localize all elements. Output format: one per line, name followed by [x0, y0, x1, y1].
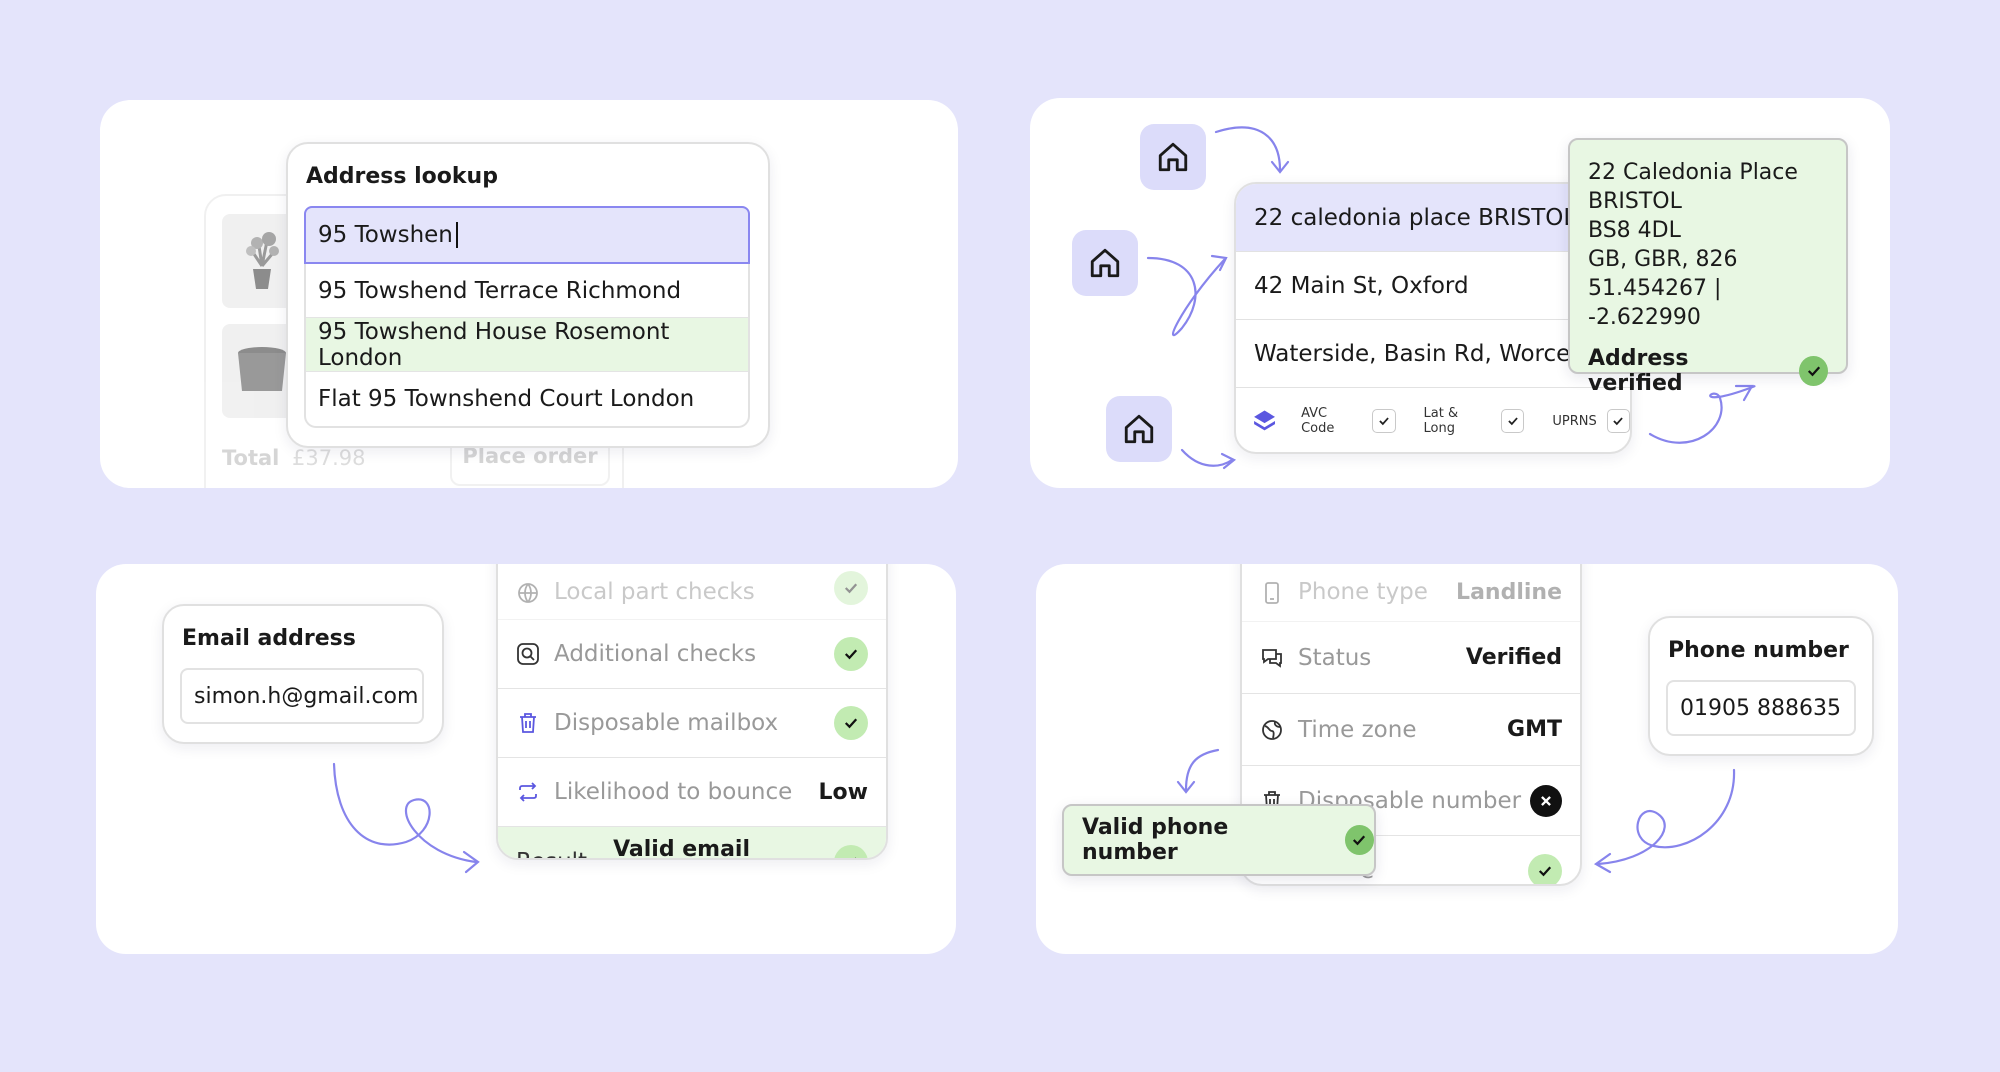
feature-label: Lat & Long — [1423, 406, 1459, 436]
address-input-text: 42 Main St, Oxford — [1254, 272, 1469, 299]
checkbox-checked-icon[interactable] — [1372, 409, 1396, 433]
check-row: Disposable mailbox — [498, 689, 886, 758]
search-icon — [517, 643, 539, 665]
checkbox-checked-icon[interactable] — [1606, 409, 1630, 433]
suggestion-label: 95 Towshend House Rosemont London — [318, 318, 670, 371]
address-input-value: 95 Towshen — [318, 222, 453, 248]
suggestion-label: Flat 95 Townshend Court London — [318, 386, 695, 412]
phone-input-value: 01905 888635 — [1680, 695, 1841, 721]
address-line: 22 Caledonia Place — [1588, 160, 1798, 185]
suggestion-item-selected[interactable]: 95 Towshend House Rosemont London — [306, 318, 748, 372]
phone-label: Phone number — [1668, 638, 1849, 663]
check-icon — [834, 571, 868, 605]
address-line: BS8 4DL — [1588, 218, 1681, 243]
check-icon — [834, 637, 868, 671]
verified-address-card: 22 Caledonia Place BRISTOL BS8 4DL GB, G… — [1568, 138, 1848, 396]
globe-icon — [518, 583, 538, 603]
trash-icon — [520, 713, 536, 733]
check-icon — [1344, 825, 1374, 855]
valid-phone-label: Valid phone number — [1082, 815, 1229, 865]
check-row: Additional checks — [498, 620, 886, 689]
phone-number-card: Phone number 01905 888635 — [1648, 616, 1874, 756]
feature-label: AVC Code — [1301, 406, 1335, 436]
valid-phone-badge: Valid phone number — [1062, 804, 1376, 876]
address-input-text: Waterside, Basin Rd, Worcest — [1254, 340, 1592, 367]
check-row-faded: Local part checks — [498, 564, 886, 620]
address-input-text: 22 caledonia place BRISTOL U — [1254, 204, 1601, 231]
suggestion-item[interactable]: Flat 95 Townshend Court London — [306, 372, 748, 426]
address-lookup-card: Address lookup 95 Towshen 95 Towshend Te… — [286, 142, 770, 448]
text-cursor — [455, 222, 458, 248]
check-label: Additional checks — [554, 641, 757, 667]
repeat-icon — [519, 782, 537, 802]
bounce-value: Low — [818, 779, 868, 805]
result-value: Valid email address — [613, 837, 751, 860]
checkbox-checked-icon[interactable] — [1501, 409, 1525, 433]
email-checks-card: Local part checks Additional checks Disp… — [496, 564, 888, 860]
check-icon — [834, 845, 868, 858]
suggestion-list: 95 Towshend Terrace Richmond 95 Towshend… — [304, 264, 750, 428]
address-line: BRISTOL — [1588, 189, 1682, 214]
total-value: £37.98 — [292, 446, 366, 470]
check-label: Local part checks — [554, 579, 755, 605]
feature-label: UPRNS — [1552, 413, 1597, 429]
address-verify-panel: 22 caledonia place BRISTOL U 42 Main St,… — [1030, 98, 1890, 488]
check-label: Disposable mailbox — [554, 710, 779, 736]
phone-input[interactable]: 01905 888635 — [1666, 680, 1856, 736]
total-label: Total — [222, 446, 280, 470]
coordinates: 51.454267 | -2.622990 — [1588, 276, 1722, 330]
suggestion-label: 95 Towshend Terrace Richmond — [318, 277, 682, 304]
feature-bar: AVC Code Lat & Long UPRNS — [1236, 388, 1630, 452]
phone-validation-panel: Phone type Landline Status Verified Time… — [1036, 564, 1898, 954]
address-line: GB, GBR, 826 — [1588, 247, 1738, 272]
suggestion-item[interactable]: 95 Towshend Terrace Richmond — [306, 264, 748, 318]
check-icon — [834, 706, 868, 740]
check-icon — [1799, 356, 1828, 386]
email-validation-panel: Email address simon.h@gmail.com Local pa… — [96, 564, 956, 954]
result-label: Result — [516, 849, 587, 858]
address-verified-label: Address verified — [1588, 346, 1689, 396]
address-search-input[interactable]: 95 Towshen — [304, 206, 750, 264]
result-row: Result Valid email address — [498, 827, 886, 860]
address-lookup-panel: Total £37.98 Place order Address lookup … — [100, 100, 958, 488]
check-label: Likelihood to bounce — [554, 779, 793, 805]
stack-logo-icon — [1254, 410, 1275, 431]
check-row: Likelihood to bounce Low — [498, 758, 886, 827]
address-lookup-title: Address lookup — [306, 164, 498, 189]
